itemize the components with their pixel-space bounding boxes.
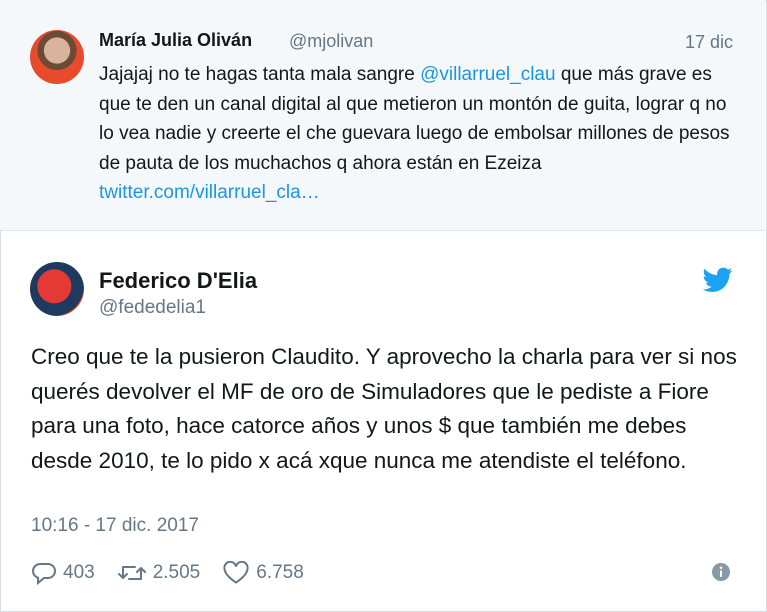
reply-count: 403 — [63, 562, 95, 583]
parent-author-handle[interactable]: @mjolivan — [289, 31, 373, 52]
avatar[interactable] — [30, 30, 84, 84]
parent-tweet-date[interactable]: 17 dic — [685, 32, 733, 53]
parent-tweet[interactable]: María Julia Oliván @mjolivan 17 dic Jaja… — [0, 0, 765, 231]
tweet-actions: 403 2.505 6.758 — [31, 558, 326, 588]
parent-tweet-text: Jajajaj no te hagas tanta mala sangre @v… — [99, 60, 739, 208]
reply-icon — [32, 563, 56, 585]
retweet-count: 2.505 — [152, 562, 201, 583]
main-author-name[interactable]: Federico D'Elia — [99, 268, 257, 294]
parent-text-before: Jajajaj no te hagas tanta mala sangre — [99, 64, 421, 85]
avatar[interactable] — [30, 262, 84, 316]
mention-link[interactable]: @villarruel_clau — [420, 64, 555, 85]
quoted-tweet-link[interactable]: twitter.com/villarruel_cla… — [99, 182, 320, 203]
reply-button[interactable]: 403 — [31, 561, 95, 585]
like-button[interactable]: 6.758 — [222, 561, 304, 585]
info-icon[interactable] — [711, 562, 731, 582]
parent-author-name[interactable]: María Julia Oliván — [99, 30, 252, 51]
heart-icon — [223, 561, 249, 584]
main-author-handle[interactable]: @fededelia1 — [99, 297, 206, 319]
main-tweet-text: Creo que te la pusieron Claudito. Y apro… — [31, 344, 737, 473]
twitter-bird-icon[interactable] — [703, 267, 733, 293]
tweet-timestamp[interactable]: 10:16 - 17 dic. 2017 — [31, 515, 199, 537]
retweet-button[interactable]: 2.505 — [117, 561, 201, 585]
like-count: 6.758 — [256, 562, 304, 583]
retweet-icon — [117, 566, 146, 580]
